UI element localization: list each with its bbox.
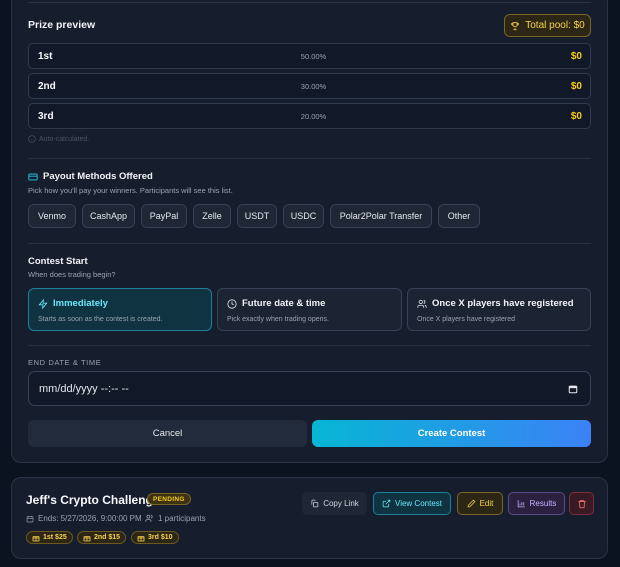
gift-icon bbox=[32, 534, 40, 542]
clock-icon bbox=[227, 298, 237, 309]
prize-percent: 50.00% bbox=[300, 52, 327, 61]
start-option-future-date[interactable]: Future date & time Pick exactly when tra… bbox=[217, 288, 402, 331]
prize-preview-title: Prize preview bbox=[28, 19, 96, 31]
prize-pill-1st: 1st $25 bbox=[26, 531, 73, 544]
pencil-icon bbox=[467, 499, 476, 508]
prize-percent: 30.00% bbox=[300, 82, 327, 91]
trash-icon bbox=[577, 499, 587, 509]
payout-chip-zelle[interactable]: Zelle bbox=[193, 204, 231, 228]
prize-pill-text: 2nd $15 bbox=[94, 534, 121, 541]
prize-row-1st[interactable]: 1st 50.00% $0 bbox=[28, 43, 591, 69]
bar-chart-icon bbox=[517, 499, 526, 508]
external-link-icon bbox=[382, 499, 391, 508]
payout-chip-paypal[interactable]: PayPal bbox=[141, 204, 187, 228]
users-icon bbox=[417, 299, 427, 309]
prize-pill-text: 3rd $10 bbox=[148, 534, 173, 541]
payout-chip-usdt[interactable]: USDT bbox=[237, 204, 277, 228]
auto-calculated-note: Auto-calculated. bbox=[28, 135, 89, 143]
payout-methods-title-text: Payout Methods Offered bbox=[43, 171, 153, 182]
prize-pill-text: 1st $25 bbox=[43, 534, 67, 541]
divider bbox=[28, 345, 591, 346]
divider bbox=[28, 2, 591, 3]
contest-name: Jeff's Crypto Challenge bbox=[26, 493, 160, 507]
start-option-desc: Starts as soon as the contest is created… bbox=[38, 316, 163, 323]
total-pool-badge: Total pool: $0 bbox=[504, 14, 591, 37]
payout-chip-venmo[interactable]: Venmo bbox=[28, 204, 76, 228]
start-option-label: Immediately bbox=[53, 298, 108, 309]
contest-start-subtitle: When does trading begin? bbox=[28, 270, 116, 279]
prize-amount: $0 bbox=[570, 81, 582, 92]
contest-card: Jeff's Crypto Challenge PENDING Ends: 5/… bbox=[11, 477, 608, 559]
contest-start-title: Contest Start bbox=[28, 256, 88, 267]
contest-participants: 1 participants bbox=[145, 514, 206, 523]
edit-label: Edit bbox=[479, 499, 494, 508]
view-contest-button[interactable]: View Contest bbox=[373, 492, 451, 515]
end-date-input[interactable]: mm/dd/yyyy --:-- -- bbox=[28, 371, 591, 406]
prize-percent: 20.00% bbox=[300, 112, 327, 121]
start-option-desc: Once X players have registered bbox=[417, 316, 516, 323]
auto-note-text: Auto-calculated. bbox=[39, 135, 90, 143]
start-option-title: Future date & time bbox=[227, 298, 325, 309]
calendar-icon bbox=[26, 515, 34, 523]
prize-amount: $0 bbox=[570, 111, 582, 122]
start-option-label: Future date & time bbox=[242, 298, 326, 309]
start-option-player-threshold[interactable]: Once X players have registered Once X pl… bbox=[407, 288, 591, 331]
prize-pill-2nd: 2nd $15 bbox=[77, 531, 127, 544]
info-icon bbox=[28, 135, 36, 143]
lightning-icon bbox=[38, 298, 48, 309]
credit-card-icon bbox=[28, 172, 38, 182]
results-label: Results bbox=[529, 499, 557, 508]
start-option-title: Once X players have registered bbox=[417, 298, 574, 309]
divider bbox=[28, 158, 591, 159]
calendar-icon[interactable] bbox=[568, 384, 578, 394]
view-contest-label: View Contest bbox=[395, 499, 442, 508]
results-button[interactable]: Results bbox=[508, 492, 565, 515]
prize-row-3rd[interactable]: 3rd 20.00% $0 bbox=[28, 103, 591, 129]
contest-end-text: Ends: 5/27/2026, 9:00:00 PM bbox=[38, 514, 142, 523]
copy-link-button[interactable]: Copy Link bbox=[302, 492, 367, 515]
cancel-button[interactable]: Cancel bbox=[28, 420, 307, 447]
payout-chip-usdc[interactable]: USDC bbox=[283, 204, 324, 228]
start-option-label: Once X players have registered bbox=[432, 298, 574, 309]
create-contest-button[interactable]: Create Contest bbox=[312, 420, 591, 447]
copy-icon bbox=[310, 499, 319, 508]
delete-button[interactable] bbox=[569, 492, 594, 515]
start-option-immediately[interactable]: Immediately Starts as soon as the contes… bbox=[28, 288, 212, 331]
prize-pill-3rd: 3rd $10 bbox=[131, 531, 179, 544]
prize-row-2nd[interactable]: 2nd 30.00% $0 bbox=[28, 73, 591, 99]
copy-link-label: Copy Link bbox=[323, 499, 359, 508]
start-option-desc: Pick exactly when trading opens. bbox=[227, 316, 329, 323]
prize-amount: $0 bbox=[570, 51, 582, 62]
payout-chip-cashapp[interactable]: CashApp bbox=[82, 204, 135, 228]
end-date-value: mm/dd/yyyy --:-- -- bbox=[39, 383, 129, 395]
users-icon bbox=[145, 514, 154, 523]
payout-methods-subtitle: Pick how you'll pay your winners. Partic… bbox=[28, 186, 233, 195]
trophy-icon bbox=[510, 21, 520, 31]
start-option-title: Immediately bbox=[38, 298, 108, 309]
participants-text: 1 participants bbox=[158, 514, 206, 523]
end-date-label: END DATE & TIME bbox=[28, 358, 102, 367]
gift-icon bbox=[137, 534, 145, 542]
payout-chip-polar2polar[interactable]: Polar2Polar Transfer bbox=[330, 204, 432, 228]
status-badge: PENDING bbox=[147, 493, 191, 505]
contest-end-date: Ends: 5/27/2026, 9:00:00 PM bbox=[26, 514, 142, 523]
payout-chip-other[interactable]: Other bbox=[438, 204, 480, 228]
divider bbox=[28, 243, 591, 244]
total-pool-text: Total pool: $0 bbox=[525, 20, 585, 31]
edit-button[interactable]: Edit bbox=[457, 492, 503, 515]
payout-methods-title: Payout Methods Offered bbox=[28, 171, 153, 182]
gift-icon bbox=[83, 534, 91, 542]
